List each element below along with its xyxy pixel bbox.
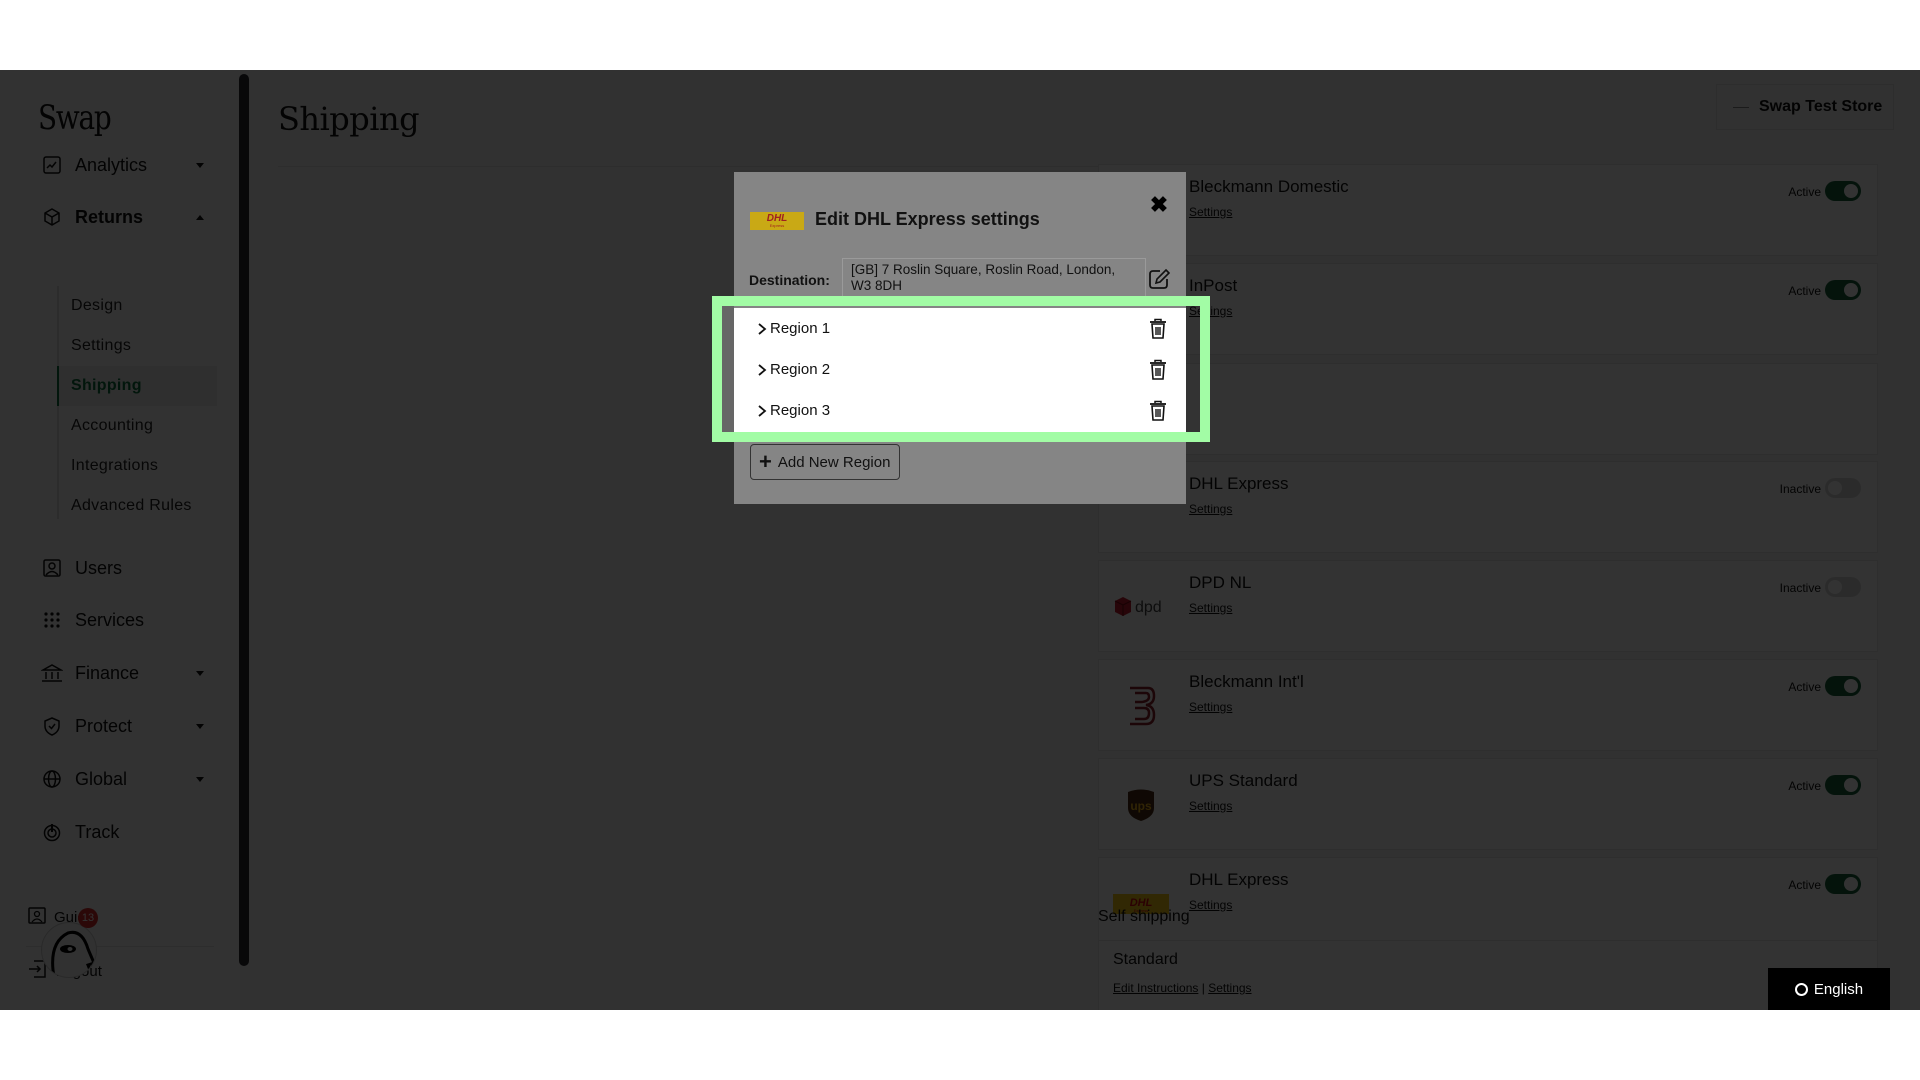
add-region-label: Add New Region <box>777 453 891 471</box>
language-button[interactable]: English <box>1768 968 1890 1010</box>
add-new-region-button[interactable]: + Add New Region <box>750 444 900 480</box>
app-screen: Swap Analytics Returns Design Settings S… <box>0 70 1920 1010</box>
destination-label: Destination: <box>749 272 830 288</box>
globe-icon <box>1794 982 1808 996</box>
dhl-logo-text: DHL <box>766 213 788 224</box>
highlight-box <box>712 296 1210 442</box>
close-icon[interactable]: ✖ <box>1148 194 1170 216</box>
destination-field: [GB] 7 Roslin Square, Roslin Road, Londo… <box>842 258 1146 298</box>
edit-icon[interactable] <box>1148 268 1171 290</box>
dhl-logo: DHL Express <box>750 212 804 230</box>
language-label: English <box>1813 980 1864 998</box>
plus-icon: + <box>759 449 772 474</box>
modal-title: Edit DHL Express settings <box>815 209 1040 229</box>
dhl-logo-subtext: Express <box>769 223 785 228</box>
